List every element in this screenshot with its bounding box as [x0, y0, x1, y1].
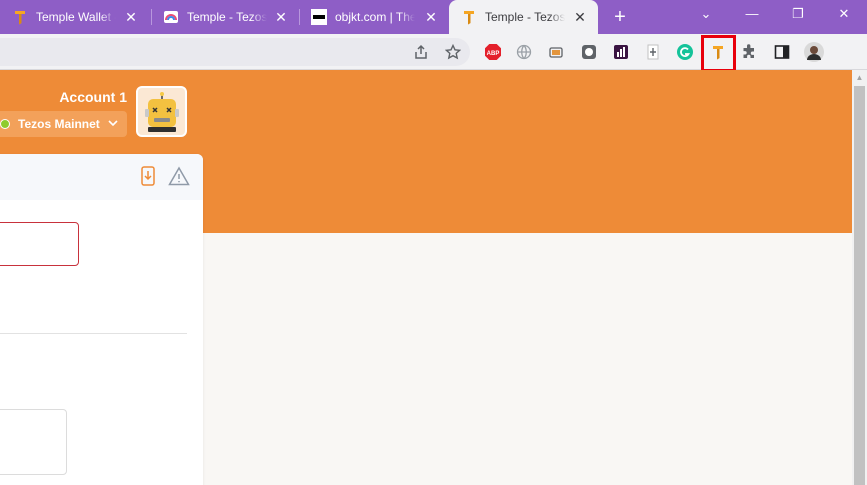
rainbow-icon: [163, 9, 179, 25]
tab-strip: Temple Wallet - ✕ Temple - Tezos W ✕ obj…: [0, 0, 867, 34]
extension-popup-page: Account 1 Tezos Mainnet: [0, 70, 852, 485]
temple-icon: [461, 9, 477, 25]
share-icon[interactable]: [411, 42, 431, 62]
tab-temple-wallet[interactable]: Temple Wallet - ✕: [0, 0, 149, 34]
account-avatar[interactable]: [136, 86, 187, 137]
close-window-button[interactable]: ✕: [832, 4, 856, 24]
tab-title: Temple - Tezos W: [485, 10, 565, 24]
tab-title: Temple Wallet -: [36, 10, 116, 24]
globe-icon[interactable]: [514, 42, 534, 62]
tab-objkt[interactable]: objkt.com | The ✕: [299, 0, 449, 34]
network-selector[interactable]: Tezos Mainnet: [0, 111, 127, 137]
objkt-icon: [311, 9, 327, 25]
restore-button[interactable]: ❐: [786, 4, 810, 24]
highlight-box: [701, 35, 736, 72]
profile-avatar-icon[interactable]: [804, 42, 824, 62]
screenshot-icon[interactable]: [546, 42, 566, 62]
adblock-icon[interactable]: ABP: [483, 42, 503, 62]
pocket-extension-icon[interactable]: [643, 42, 663, 62]
bookmark-star-icon[interactable]: [443, 42, 463, 62]
tab-close-icon[interactable]: ✕: [123, 9, 139, 25]
extension-round-icon[interactable]: [579, 42, 599, 62]
adblock-label: ABP: [487, 51, 500, 57]
action-button[interactable]: e: [0, 222, 79, 266]
tab-close-icon[interactable]: ✕: [423, 9, 439, 25]
mobile-download-icon[interactable]: [136, 164, 160, 188]
tab-temple-tezos-active[interactable]: Temple - Tezos W ✕: [449, 0, 598, 34]
scroll-up-arrow-icon[interactable]: ▲: [852, 70, 867, 85]
browser-toolbar: ABP: [0, 34, 867, 70]
puzzle-extensions-icon[interactable]: [739, 42, 759, 62]
address-bar[interactable]: [0, 38, 470, 66]
network-status-dot: [0, 119, 10, 129]
scroll-thumb[interactable]: [854, 86, 865, 485]
tab-search-icon[interactable]: ⌄: [694, 4, 718, 24]
network-name: Tezos Mainnet: [18, 117, 100, 131]
new-tab-button[interactable]: +: [609, 6, 631, 28]
account-name[interactable]: Account 1: [59, 89, 127, 105]
wallet-panel: e: [0, 154, 203, 485]
chevron-down-icon: [108, 118, 118, 130]
page-scrollbar[interactable]: ▲: [852, 70, 867, 485]
tab-close-icon[interactable]: ✕: [572, 9, 588, 25]
panel-toolbar: [0, 154, 203, 200]
tab-temple-tezos-1[interactable]: Temple - Tezos W ✕: [151, 0, 299, 34]
input-field[interactable]: [0, 409, 67, 475]
divider: [0, 333, 187, 334]
minimize-button[interactable]: —: [740, 4, 764, 24]
tab-close-icon[interactable]: ✕: [273, 9, 289, 25]
stats-extension-icon[interactable]: [611, 42, 631, 62]
temple-icon: [12, 9, 28, 25]
tab-title: Temple - Tezos W: [187, 10, 267, 24]
grammarly-icon[interactable]: [675, 42, 695, 62]
tab-title: objkt.com | The: [335, 10, 415, 24]
side-panel-icon[interactable]: [772, 42, 792, 62]
warning-icon[interactable]: [167, 164, 191, 188]
